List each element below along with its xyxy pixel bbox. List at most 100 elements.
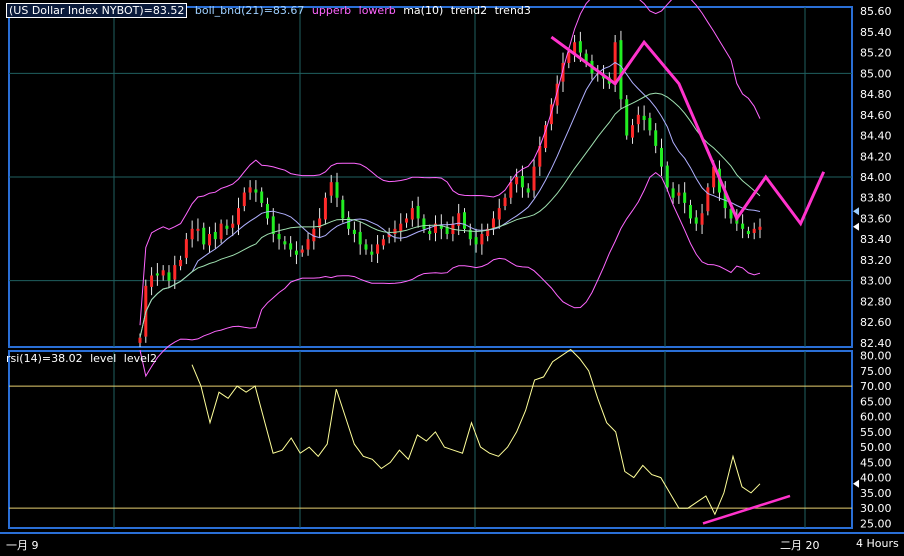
candle-body [665, 165, 669, 188]
candle-body [578, 41, 582, 53]
candle-body [491, 218, 495, 228]
legend-boll[interactable]: boll_bnd(21)=83.67 [195, 4, 305, 17]
candle-body [752, 228, 756, 233]
candle-body [405, 218, 409, 223]
price-tick-label: 85.60 [860, 5, 892, 18]
candle-body [741, 223, 745, 229]
candle-body [167, 272, 171, 281]
candle-body [746, 230, 750, 235]
price-tick-label: 83.60 [860, 212, 892, 225]
ma10-line [139, 61, 761, 338]
rsi-legend: rsi(14)=38.02 level level2 [6, 352, 157, 365]
rsi-tick-label: 80.00 [860, 350, 892, 363]
rsi-tick-label: 60.00 [860, 411, 892, 424]
legend-upperb[interactable]: upperb [312, 4, 351, 17]
price-tick-label: 84.60 [860, 109, 892, 122]
boll-last-marker [853, 207, 859, 216]
rsi-trend-line [702, 494, 791, 525]
rsi-tick-label: 65.00 [860, 395, 892, 408]
candle-body [480, 234, 484, 245]
price-tick-label: 84.20 [860, 150, 892, 163]
rsi-line [191, 348, 761, 516]
candle-body [631, 125, 635, 138]
candle-body [457, 213, 461, 226]
legend-rsi[interactable]: rsi(14)=38.02 [6, 352, 83, 365]
candle-body [138, 337, 142, 343]
candle-body [410, 208, 414, 220]
candle-body [399, 223, 403, 231]
candle-body [526, 188, 530, 193]
candle-body [294, 250, 298, 255]
last-price-marker [853, 222, 859, 231]
rsi-tick-label: 35.00 [860, 487, 892, 500]
candle-body [161, 270, 165, 276]
candle-body [155, 273, 159, 276]
candle-body [462, 212, 466, 229]
candle-body [416, 206, 420, 219]
rsi-tick-label: 70.00 [860, 380, 892, 393]
legend-ma[interactable]: ma(10) [403, 4, 443, 17]
candle-body [706, 187, 710, 212]
candle-body [636, 114, 640, 125]
price-tick-label: 83.80 [860, 192, 892, 205]
price-tick-label: 85.20 [860, 47, 892, 60]
rsi-tick-label: 45.00 [860, 456, 892, 469]
legend-main[interactable]: (US Dollar Index NYBOT)=83.52 [6, 3, 188, 18]
price-tick-label: 85.00 [860, 67, 892, 80]
candle-body [688, 204, 692, 219]
x-label-mid: 二月 20 [780, 539, 820, 552]
candle-body [700, 213, 704, 225]
candle-body [381, 239, 385, 246]
rsi-tick-label: 25.00 [860, 517, 892, 530]
candle-body [358, 231, 362, 245]
candle-body [642, 115, 646, 120]
candle-body [173, 265, 177, 280]
rsi-last-marker [853, 479, 859, 488]
candle-body [213, 231, 217, 240]
candle-body [196, 228, 200, 231]
chart-canvas: 85.60 85.40 85.20 85.00 84.80 84.60 84.40 84.20… [0, 0, 904, 534]
legend-trend3[interactable]: trend3 [495, 4, 531, 17]
rsi-tick-label: 30.00 [860, 502, 892, 515]
candle-body [208, 234, 212, 246]
candle-body [677, 192, 681, 196]
price-tick-label: 85.40 [860, 26, 892, 39]
candle-body [520, 175, 524, 188]
price-tick-label: 82.60 [860, 316, 892, 329]
legend-level2[interactable]: level2 [124, 352, 157, 365]
price-tick-label: 84.80 [860, 88, 892, 101]
candle-body [179, 259, 183, 267]
candle-body [329, 182, 333, 196]
price-tick-label: 83.20 [860, 254, 892, 267]
candle-body [376, 244, 380, 254]
candle-body [509, 182, 513, 198]
candle-body [758, 226, 762, 230]
x-label-right: 4 Hours [856, 537, 899, 550]
candle-body [671, 188, 675, 198]
candle-body [619, 40, 623, 100]
legend-trend2[interactable]: trend2 [451, 4, 487, 17]
legend-level[interactable]: level [90, 352, 116, 365]
chart-window: 85.60 85.40 85.20 85.00 84.80 84.60 84.40 84.20… [0, 0, 904, 556]
candle-body [532, 166, 536, 191]
price-tick-label: 84.40 [860, 130, 892, 143]
candle-body [341, 199, 345, 219]
candle-body [248, 187, 252, 193]
candle-body [654, 130, 658, 146]
boll-lower-line [139, 171, 761, 378]
candle-body [683, 192, 687, 203]
candle-body [225, 225, 229, 229]
candle-body [242, 192, 246, 207]
candle-body [323, 197, 327, 220]
legend-lowerb[interactable]: lowerb [359, 4, 396, 17]
candle-body [300, 249, 304, 253]
candle-body [625, 99, 629, 136]
candle-body [393, 228, 397, 235]
candle-body [231, 223, 235, 228]
price-tick-label: 82.80 [860, 295, 892, 308]
rsi-tick-label: 55.00 [860, 426, 892, 439]
candle-body [289, 243, 293, 250]
rsi-tick-label: 75.00 [860, 365, 892, 378]
price-legend: (US Dollar Index NYBOT)=83.52 boll_bnd(2… [6, 3, 531, 18]
price-tick-label: 83.40 [860, 233, 892, 246]
